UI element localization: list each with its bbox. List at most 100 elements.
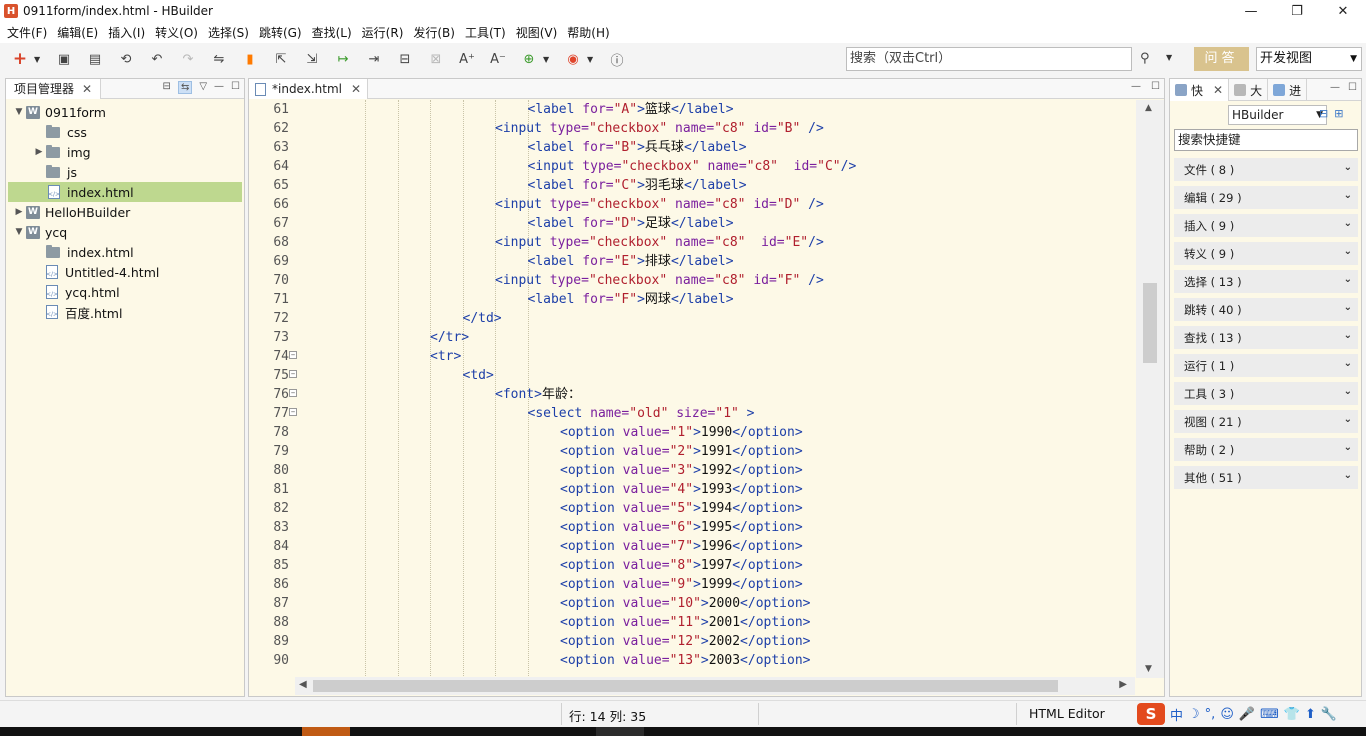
shortcut-category[interactable]: 转义 ( 9 ) ⌄ <box>1174 242 1358 265</box>
scroll-up-icon[interactable]: ▲ <box>1145 103 1152 113</box>
collapse-icon[interactable]: ⊟ <box>1319 107 1328 120</box>
tree-item[interactable]: ▼ Wycq <box>6 222 244 242</box>
link-editor-icon[interactable]: ⇆ <box>177 81 193 94</box>
comment-icon[interactable]: ⊟ <box>394 48 416 70</box>
code-text-area[interactable]: 61 <label for="A">篮球</label> 62 <input type… <box>249 100 1135 678</box>
vertical-scrollbar[interactable]: ▲ ▼ <box>1136 100 1164 678</box>
collapse-all-icon[interactable]: ⊟ <box>163 81 171 94</box>
browser-icon[interactable]: ◉ <box>562 48 584 70</box>
tree-item[interactable]: </> 百度.html <box>6 302 244 322</box>
run-icon[interactable]: ⊕ <box>518 48 540 70</box>
tab-progress[interactable]: 进 <box>1268 79 1308 101</box>
ime-tool-icon[interactable]: ⌨ <box>1260 707 1279 722</box>
expand-icon[interactable]: ▼ <box>12 107 26 117</box>
menu-item[interactable]: 转义(O) <box>150 24 203 41</box>
format-icon[interactable]: ⇋ <box>208 48 230 70</box>
shortcut-category[interactable]: 工具 ( 3 ) ⌄ <box>1174 382 1358 405</box>
tab-index-html[interactable]: *index.html ✕ <box>249 79 369 99</box>
tree-item[interactable]: index.html <box>6 242 244 262</box>
tree-item[interactable]: </> Untitled-4.html <box>6 262 244 282</box>
font-decrease-icon[interactable]: A⁻ <box>487 48 509 70</box>
menu-item[interactable]: 跳转(G) <box>254 24 307 41</box>
view-mode-select[interactable]: 开发视图 ▼ <box>1256 47 1362 71</box>
uncomment-icon[interactable]: ⊠ <box>425 48 447 70</box>
menu-item[interactable]: 帮助(H) <box>562 24 614 41</box>
info-icon[interactable]: ⓘ <box>606 48 628 70</box>
tab-outline[interactable]: 大 <box>1229 79 1269 101</box>
search-icon[interactable]: ⚲ <box>1140 51 1150 66</box>
shortcut-category[interactable]: 视图 ( 21 ) ⌄ <box>1174 410 1358 433</box>
font-increase-icon[interactable]: A⁺ <box>456 48 478 70</box>
ime-tool-icon[interactable]: ☽ <box>1188 707 1200 722</box>
menu-item[interactable]: 选择(S) <box>203 24 254 41</box>
tree-item[interactable]: js <box>6 162 244 182</box>
maximize-icon[interactable]: ☐ <box>1151 81 1160 92</box>
tab-shortcuts[interactable]: 快 ✕ <box>1170 79 1230 101</box>
maximize-button[interactable]: ❐ <box>1274 0 1320 22</box>
revert-icon[interactable]: ⟲ <box>115 48 137 70</box>
fold-toggle-icon[interactable]: − <box>289 408 297 416</box>
horizontal-scrollbar[interactable]: ◀ ▶ <box>295 677 1135 695</box>
ime-tool-icon[interactable]: 中 <box>1170 705 1183 724</box>
ime-tool-icon[interactable]: °, <box>1205 707 1216 722</box>
close-icon[interactable]: ✕ <box>82 82 92 96</box>
shortcut-category[interactable]: 帮助 ( 2 ) ⌄ <box>1174 438 1358 461</box>
tree-item[interactable]: ▶ W HelloHBuilder <box>6 202 244 222</box>
taskbar-item[interactable] <box>302 727 350 736</box>
shortcut-category[interactable]: 查找 ( 13 ) ⌄ <box>1174 326 1358 349</box>
minimize-button[interactable]: — <box>1228 0 1274 22</box>
global-search-input[interactable]: 搜索（双击Ctrl） <box>846 47 1132 71</box>
maximize-icon[interactable]: ☐ <box>1348 82 1357 93</box>
tree-item[interactable]: css <box>6 122 244 142</box>
fold-toggle-icon[interactable]: − <box>289 389 297 397</box>
ime-tool-icon[interactable]: ⬆ <box>1305 707 1316 722</box>
bookmark-icon[interactable]: ▮ <box>239 48 261 70</box>
shortcut-category[interactable]: 其他 ( 51 ) ⌄ <box>1174 466 1358 489</box>
tree-item[interactable]: </> index.html <box>8 182 242 202</box>
close-icon[interactable]: ✕ <box>1213 83 1223 97</box>
close-icon[interactable]: ✕ <box>351 82 361 96</box>
expand-icon[interactable]: ⊞ <box>1334 107 1343 120</box>
goto-start-icon[interactable]: ↦ <box>332 48 354 70</box>
menu-item[interactable]: 文件(F) <box>2 24 52 41</box>
scroll-thumb[interactable] <box>1143 283 1157 363</box>
scroll-down-icon[interactable]: ▼ <box>1145 664 1152 674</box>
maximize-icon[interactable]: ☐ <box>231 81 240 94</box>
tree-item[interactable]: </> ycq.html <box>6 282 244 302</box>
minimize-icon[interactable]: — <box>1330 82 1340 93</box>
undo-icon[interactable]: ↶ <box>146 48 168 70</box>
minimize-icon[interactable]: — <box>1131 81 1141 92</box>
menu-item[interactable]: 视图(V) <box>511 24 563 41</box>
tab-project-manager[interactable]: 项目管理器 ✕ <box>6 78 102 99</box>
menu-item[interactable]: 工具(T) <box>460 24 511 41</box>
keymap-select[interactable]: HBuilder ▼ <box>1228 105 1327 125</box>
collapse-icon[interactable]: ▶ <box>32 147 46 157</box>
ask-button[interactable]: 问答 <box>1194 47 1249 71</box>
menu-item[interactable]: 编辑(E) <box>52 24 103 41</box>
scroll-thumb[interactable] <box>313 680 1058 692</box>
view-menu-icon[interactable]: ▽ <box>199 81 207 94</box>
fold-toggle-icon[interactable]: − <box>289 370 297 378</box>
ime-tool-icon[interactable]: ☺ <box>1220 707 1234 722</box>
expand-icon[interactable]: ▼ <box>12 227 26 237</box>
chevron-down-icon[interactable]: ▼ <box>587 55 597 64</box>
ime-tool-icon[interactable]: 🎤 <box>1239 707 1255 722</box>
ime-tool-icon[interactable]: 🔧 <box>1321 707 1337 722</box>
redo-icon[interactable]: ↷ <box>177 48 199 70</box>
menu-item[interactable]: 发行(B) <box>408 24 460 41</box>
fold-toggle-icon[interactable]: − <box>289 351 297 359</box>
minimize-icon[interactable]: — <box>214 81 224 94</box>
shortcut-category[interactable]: 运行 ( 1 ) ⌄ <box>1174 354 1358 377</box>
collapse-icon[interactable]: ▶ <box>12 207 26 217</box>
taskbar-item[interactable] <box>596 727 644 736</box>
shortcut-category[interactable]: 选择 ( 13 ) ⌄ <box>1174 270 1358 293</box>
chevron-down-icon[interactable]: ▼ <box>1166 53 1172 62</box>
save-all-icon[interactable]: ▤ <box>84 48 106 70</box>
chevron-down-icon[interactable]: ▼ <box>34 55 44 64</box>
scroll-right-icon[interactable]: ▶ <box>1119 679 1127 690</box>
ime-tool-icon[interactable]: 👕 <box>1284 707 1300 722</box>
close-button[interactable]: ✕ <box>1320 0 1366 22</box>
tree-item[interactable]: ▼ W 0911form <box>6 102 244 122</box>
shortcut-category[interactable]: 编辑 ( 29 ) ⌄ <box>1174 186 1358 209</box>
menu-item[interactable]: 插入(I) <box>103 24 150 41</box>
